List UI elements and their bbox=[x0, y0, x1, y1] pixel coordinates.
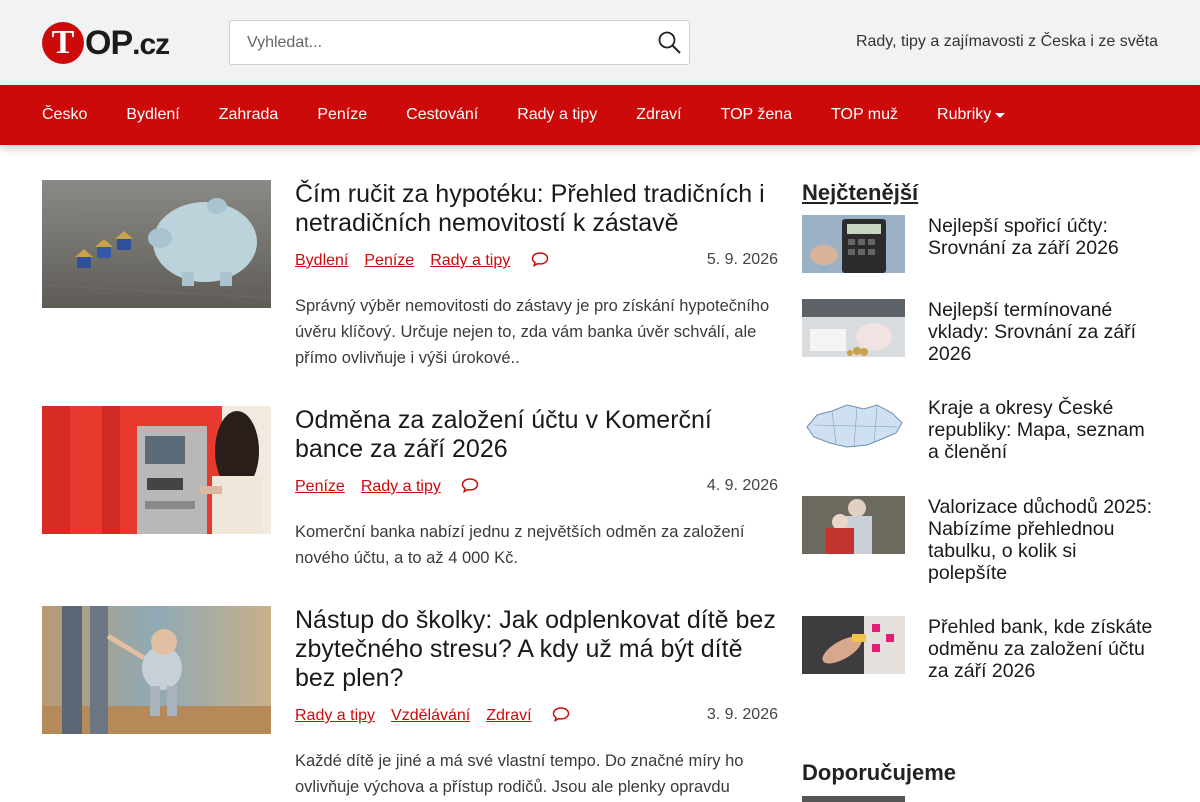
article-date: 5. 9. 2026 bbox=[706, 251, 778, 268]
search-icon[interactable] bbox=[657, 30, 683, 56]
article-thumbnail[interactable] bbox=[42, 406, 271, 534]
article-excerpt: Komerční banka nabízí jednu z největších… bbox=[295, 523, 745, 567]
search-box bbox=[229, 20, 690, 65]
article-title[interactable]: Odměna za založení účtu v Komerční bance… bbox=[295, 406, 778, 464]
article-meta: Peníze Rady a tipy 4. 9. 2026 bbox=[295, 477, 778, 497]
article-title[interactable]: Čím ručit za hypotéku: Přehled tradičníc… bbox=[295, 180, 778, 238]
most-read-title: Přehled bank, kde získáte odměnu za zalo… bbox=[928, 616, 1153, 682]
article-excerpt: Každé dítě je jiné a má své vlastní temp… bbox=[295, 752, 744, 796]
site-logo[interactable]: T OP.cz bbox=[42, 20, 170, 66]
comment-icon[interactable] bbox=[531, 251, 549, 272]
article-meta: Rady a tipy Vzdělávání Zdraví 3. 9. 2026 bbox=[295, 706, 778, 726]
recommended-heading[interactable]: Doporučujeme bbox=[802, 760, 956, 786]
logo-wordmark: OP.cz bbox=[85, 23, 170, 62]
nav-item-rubriky[interactable]: Rubriky bbox=[937, 106, 1006, 124]
site-tagline: Rady, tipy a zajímavosti z Česka i ze sv… bbox=[855, 33, 1158, 50]
article-title[interactable]: Nástup do školky: Jak odplenkovat dítě b… bbox=[295, 606, 778, 693]
article-date: 4. 9. 2026 bbox=[706, 477, 778, 494]
article-thumbnail[interactable] bbox=[42, 606, 271, 734]
comment-icon[interactable] bbox=[552, 706, 570, 727]
nav-item-cesko[interactable]: Česko bbox=[42, 106, 87, 124]
category-link[interactable]: Rady a tipy bbox=[430, 252, 510, 269]
most-read-thumbnail bbox=[802, 616, 905, 674]
category-link[interactable]: Peníze bbox=[295, 478, 345, 495]
comment-icon[interactable] bbox=[461, 477, 479, 498]
most-read-title: Kraje a okresy České republiky: Mapa, se… bbox=[928, 397, 1145, 463]
most-read-thumbnail bbox=[802, 496, 905, 554]
main-nav: Česko Bydlení Zahrada Peníze Cestování R… bbox=[0, 85, 1200, 145]
nav-item-penize[interactable]: Peníze bbox=[317, 106, 367, 124]
category-link[interactable]: Vzdělávání bbox=[391, 707, 470, 724]
search-input[interactable] bbox=[230, 21, 650, 64]
article-meta: Bydlení Peníze Rady a tipy 5. 9. 2026 bbox=[295, 251, 778, 271]
category-link[interactable]: Rady a tipy bbox=[361, 478, 441, 495]
most-read-heading[interactable]: Nejčtenější bbox=[802, 180, 918, 206]
nav-item-cestovani[interactable]: Cestování bbox=[406, 106, 478, 124]
site-header: T OP.cz Rady, tipy a zajímavosti z Česka… bbox=[0, 0, 1200, 85]
most-read-thumbnail bbox=[802, 215, 905, 273]
nav-item-rady-a-tipy[interactable]: Rady a tipy bbox=[517, 106, 597, 124]
most-read-title: Valorizace důchodů 2025: Nabízíme přehle… bbox=[928, 496, 1153, 584]
article-date: 3. 9. 2026 bbox=[706, 706, 778, 723]
logo-mark: T bbox=[42, 22, 84, 64]
caret-down-icon bbox=[995, 112, 1006, 118]
category-link[interactable]: Rady a tipy bbox=[295, 707, 375, 724]
article-excerpt: Správný výběr nemovitosti do zástavy je … bbox=[295, 297, 770, 367]
nav-item-zdravi[interactable]: Zdraví bbox=[636, 106, 681, 124]
category-link[interactable]: Peníze bbox=[364, 252, 414, 269]
most-read-title: Nejlepší spořicí účty: Srovnání za září … bbox=[928, 215, 1119, 259]
nav-item-zahrada[interactable]: Zahrada bbox=[219, 106, 279, 124]
most-read-thumbnail bbox=[802, 299, 905, 357]
recommended-thumbnail[interactable] bbox=[802, 796, 905, 802]
category-link[interactable]: Bydlení bbox=[295, 252, 348, 269]
nav-item-top-zena[interactable]: TOP žena bbox=[721, 106, 792, 124]
most-read-thumbnail bbox=[802, 397, 905, 455]
most-read-title: Nejlepší termínované vklady: Srovnání za… bbox=[928, 299, 1137, 365]
nav-item-bydleni[interactable]: Bydlení bbox=[126, 106, 179, 124]
nav-item-top-muz[interactable]: TOP muž bbox=[831, 106, 898, 124]
category-link[interactable]: Zdraví bbox=[486, 707, 531, 724]
article-thumbnail[interactable] bbox=[42, 180, 271, 308]
